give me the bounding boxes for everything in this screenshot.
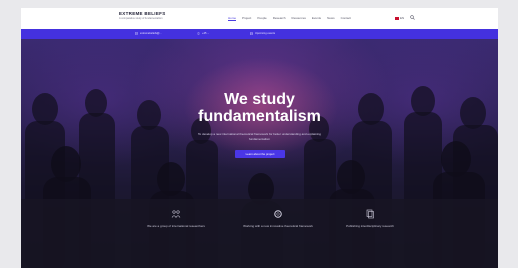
feature-publishing: Publishing interdisciplinary research bbox=[335, 209, 405, 229]
learn-about-project-button[interactable]: Learn about the project bbox=[235, 150, 285, 158]
feature-framework-text: Working with a new innovative theoretica… bbox=[243, 224, 313, 228]
calendar-icon bbox=[250, 32, 253, 35]
feature-researchers-text: We are a group of international research… bbox=[147, 224, 205, 228]
site-header: EXTREME BELIEFS A comparative study of f… bbox=[21, 8, 498, 29]
info-events[interactable]: Upcoming events bbox=[250, 32, 275, 35]
info-email[interactable]: extremebeliefs@... bbox=[135, 32, 162, 35]
info-phone[interactable]: +45 ... bbox=[197, 32, 209, 35]
nav-home[interactable]: Home bbox=[228, 16, 237, 21]
features-row: We are a group of international research… bbox=[21, 209, 498, 268]
feature-framework: Working with a new innovative theoretica… bbox=[243, 209, 313, 229]
document-icon bbox=[366, 209, 374, 219]
language-label: EN bbox=[400, 16, 405, 20]
hero-title: We study fundamentalism bbox=[21, 91, 498, 125]
logo-subtitle: A comparative study of fundamentalism bbox=[119, 16, 163, 20]
hero-title-line2: fundamentalism bbox=[198, 108, 321, 125]
email-icon bbox=[135, 32, 138, 35]
hero-description: To develop a new international theoretic… bbox=[198, 132, 321, 141]
main-nav: Home Project People Research Resources E… bbox=[228, 16, 351, 21]
nav-people[interactable]: People bbox=[257, 16, 266, 21]
nav-project[interactable]: Project bbox=[242, 16, 251, 21]
language-switcher[interactable]: EN bbox=[395, 16, 404, 20]
nav-news[interactable]: News bbox=[327, 16, 335, 21]
nav-research[interactable]: Research bbox=[273, 16, 286, 21]
site-logo[interactable]: EXTREME BELIEFS A comparative study of f… bbox=[119, 11, 166, 20]
info-bar: extremebeliefs@... +45 ... Upcoming even… bbox=[21, 29, 498, 39]
people-icon bbox=[171, 210, 181, 218]
nav-contact[interactable]: Contact bbox=[341, 16, 351, 21]
page: EXTREME BELIEFS A comparative study of f… bbox=[0, 0, 518, 268]
nav-resources[interactable]: Resources bbox=[292, 16, 306, 21]
nav-events[interactable]: Events bbox=[312, 16, 321, 21]
website-frame: EXTREME BELIEFS A comparative study of f… bbox=[21, 8, 498, 268]
feature-publishing-text: Publishing interdisciplinary research bbox=[346, 224, 394, 228]
info-email-text: extremebeliefs@... bbox=[140, 32, 162, 35]
flag-icon bbox=[395, 16, 399, 20]
info-phone-text: +45 ... bbox=[202, 32, 210, 35]
search-icon[interactable] bbox=[410, 15, 415, 20]
logo-title: EXTREME BELIEFS bbox=[119, 11, 166, 16]
hero-title-line1: We study bbox=[224, 91, 295, 108]
info-events-text: Upcoming events bbox=[255, 32, 276, 35]
circle-framework-icon bbox=[274, 210, 282, 218]
phone-icon bbox=[197, 32, 200, 35]
feature-researchers: We are a group of international research… bbox=[141, 209, 211, 229]
